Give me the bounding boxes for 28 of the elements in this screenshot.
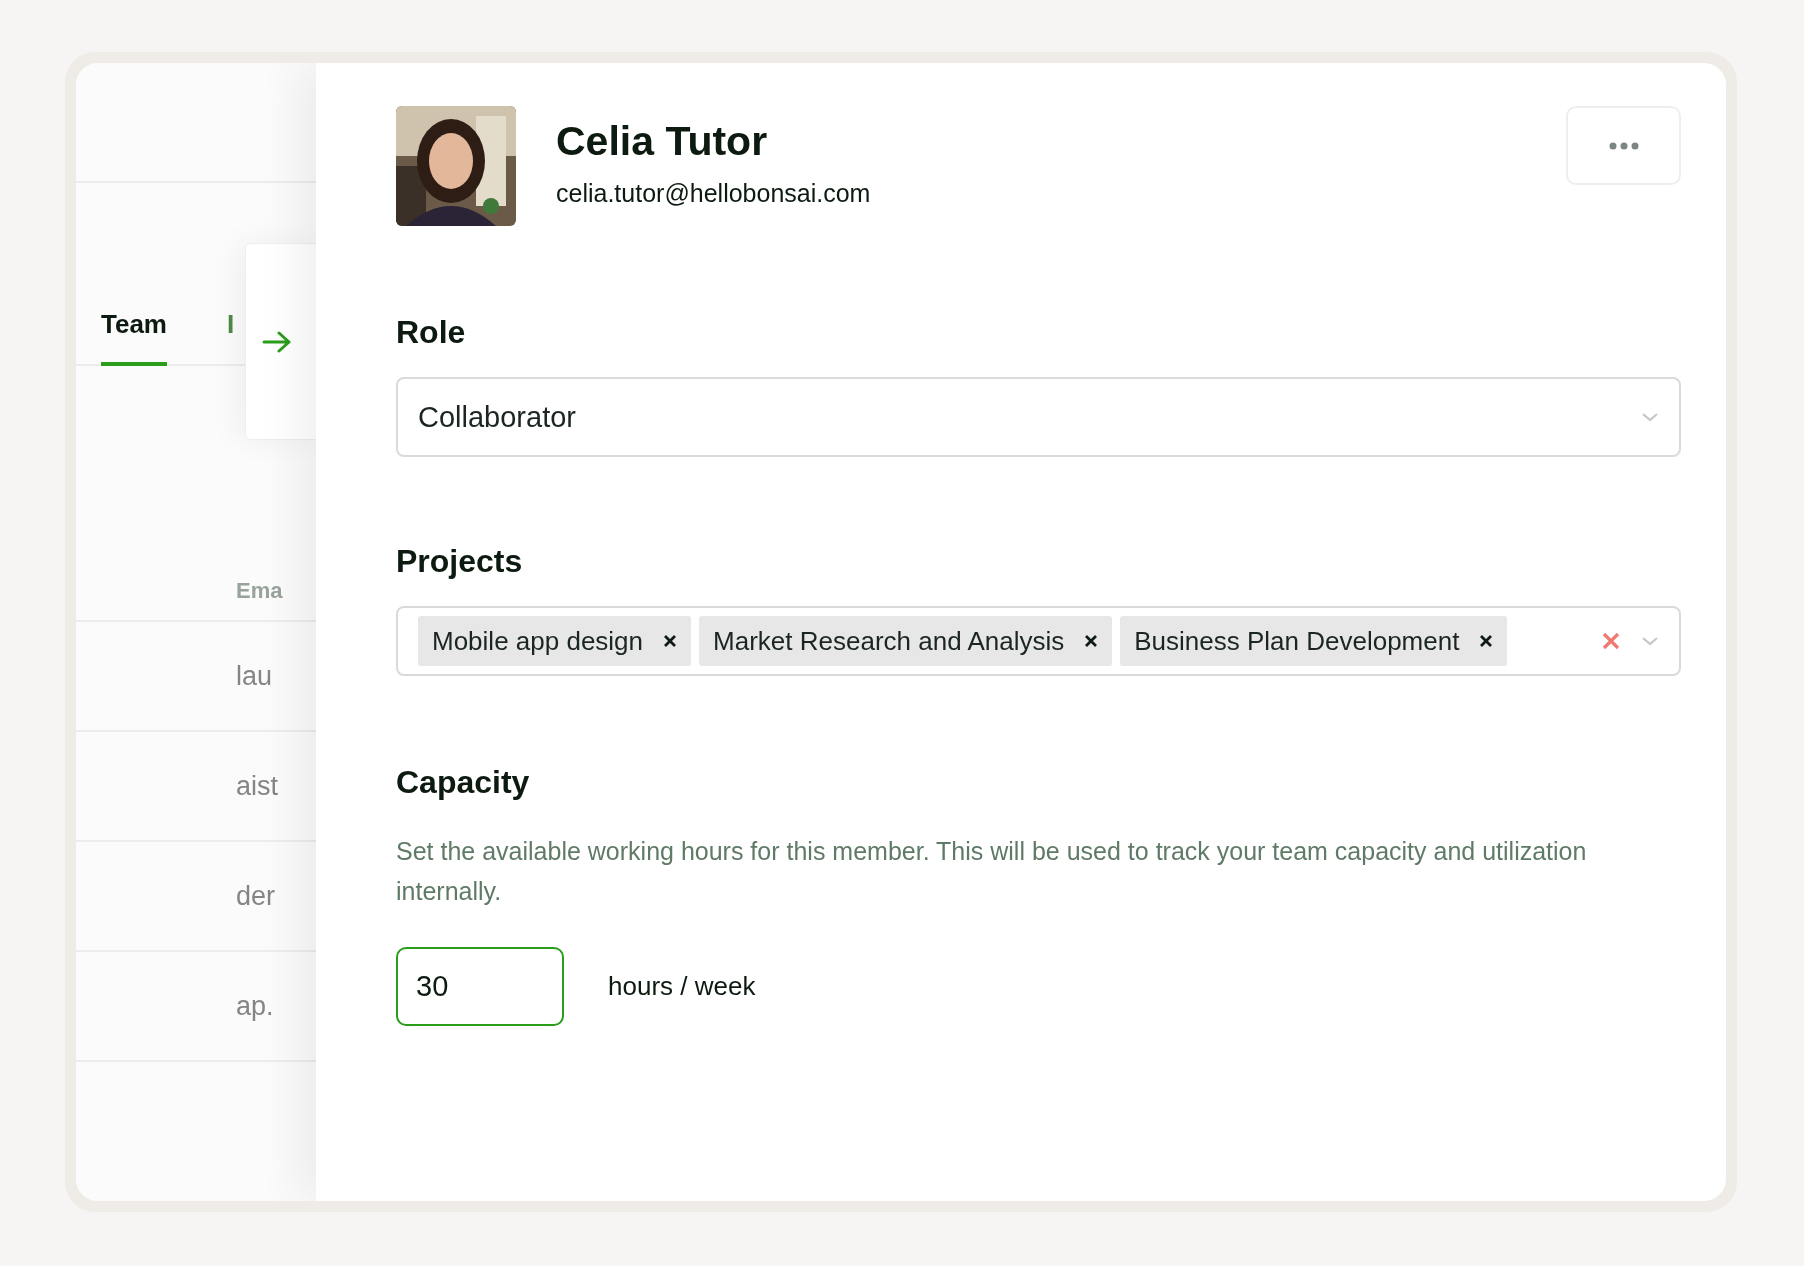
unit-label: hours / week <box>608 971 756 1002</box>
section-heading: Projects <box>396 543 524 580</box>
member-email: celia.tutor@hellobonsai.com <box>556 179 872 208</box>
tag-label: Business Plan Development <box>1134 625 1460 657</box>
table-cell: lau <box>236 660 273 692</box>
chevron-down-icon <box>1641 411 1659 423</box>
tab[interactable]: Team <box>101 309 167 366</box>
hours-input[interactable]: 30 <box>396 947 564 1026</box>
column-header: Ema <box>236 578 283 604</box>
remove-icon[interactable] <box>1479 634 1494 648</box>
clear-icon[interactable] <box>1601 631 1621 651</box>
remove-icon[interactable] <box>1084 634 1099 648</box>
chevron-down-icon[interactable] <box>1641 635 1659 647</box>
role-dropdown[interactable]: Collaborator <box>396 377 1681 457</box>
table-cell: aist <box>236 770 279 802</box>
more-icon <box>1608 141 1639 150</box>
table-cell: ap. <box>236 990 274 1022</box>
capacity-description: Set the available working hours for this member. This will be used to track your team capacity and utilization internally. <box>396 836 1588 907</box>
section-heading: Capacity <box>396 764 531 801</box>
tag-label: Mobile app design <box>432 625 644 657</box>
tab[interactable]: I <box>227 309 235 366</box>
table-cell: der <box>236 880 276 912</box>
remove-icon[interactable] <box>663 634 678 648</box>
arrow-right-icon <box>262 330 292 353</box>
member-name: Celia Tutor <box>556 118 769 165</box>
tag-label: Market Research and Analysis <box>713 625 1065 657</box>
projects-field[interactable]: Mobile app design Market Research and Analysis Business Plan Development <box>396 606 1681 676</box>
section-heading: Role <box>396 314 467 351</box>
